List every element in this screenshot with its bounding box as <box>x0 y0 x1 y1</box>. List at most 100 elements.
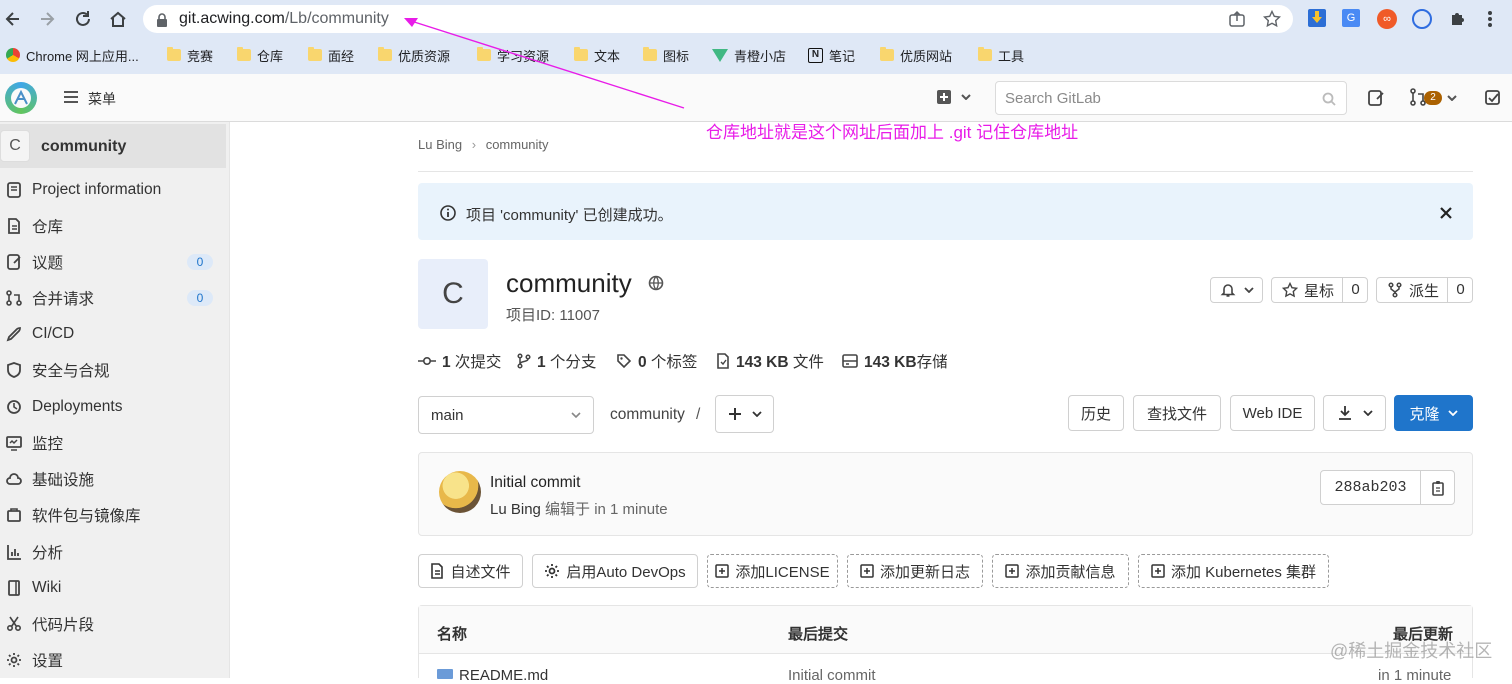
project-sidebar: C community Project information 仓库 议题 0 … <box>0 122 230 678</box>
sidebar-item-label: 设置 <box>32 653 64 670</box>
bookmark-folder[interactable]: 面经 <box>308 45 354 65</box>
bookmark-item[interactable]: 青橙小店 <box>712 45 786 65</box>
forward-arrow-icon[interactable] <box>38 10 56 28</box>
sidebar-item-analytics[interactable]: 分析 <box>0 535 228 569</box>
todo-icon[interactable] <box>1484 89 1502 107</box>
fork-button[interactable]: 派生 0 <box>1376 277 1473 303</box>
bookmark-folder[interactable]: 工具 <box>978 45 1024 65</box>
commit-sha[interactable]: 288ab203 <box>1321 471 1421 504</box>
history-button[interactable]: 历史 <box>1068 395 1124 431</box>
star-count[interactable]: 0 <box>1342 278 1368 302</box>
menu-label[interactable]: 菜单 <box>88 89 116 109</box>
address-bar[interactable]: git.acwing.com/Lb/community <box>143 5 1293 33</box>
search-input[interactable]: Search GitLab <box>995 81 1347 115</box>
add-license-button[interactable]: 添加LICENSE <box>707 554 838 588</box>
avatar[interactable] <box>439 471 481 513</box>
stat-tags[interactable]: 0 个标签 <box>616 350 697 372</box>
new-item-plus-icon[interactable] <box>937 90 951 104</box>
bookmark-folder[interactable]: 竞赛 <box>167 45 213 65</box>
sidebar-item-wiki[interactable]: Wiki <box>0 571 228 605</box>
stat-label: 个分支 <box>545 354 597 371</box>
copy-icon[interactable] <box>1430 480 1446 496</box>
close-icon[interactable] <box>1440 207 1452 219</box>
table-row[interactable]: README.md Initial commit in 1 minute <box>419 655 1472 684</box>
translate-icon[interactable]: G <box>1342 9 1360 27</box>
chevron-down-icon[interactable] <box>961 94 971 100</box>
download-button[interactable] <box>1323 395 1386 431</box>
clone-button[interactable]: 克隆 <box>1394 395 1473 431</box>
puzzle-icon[interactable] <box>1448 9 1468 29</box>
count-badge: 0 <box>187 290 213 306</box>
commit-author[interactable]: Lu Bing <box>490 501 541 518</box>
stat-label: 次提交 <box>450 354 502 371</box>
chevron-down-icon[interactable] <box>1447 95 1457 101</box>
bookmark-item[interactable]: N 笔记 <box>808 45 855 65</box>
reload-icon[interactable] <box>73 9 93 29</box>
folder-icon <box>978 47 992 61</box>
stat-branches[interactable]: 1 个分支 <box>517 350 596 372</box>
hamburger-icon[interactable] <box>63 90 79 104</box>
sidebar-item-deployments[interactable]: Deployments <box>0 390 228 424</box>
plus-square-icon <box>1151 564 1165 578</box>
add-to-tree-button[interactable] <box>715 395 774 433</box>
add-changelog-button[interactable]: 添加更新日志 <box>847 554 983 588</box>
more-vert-icon[interactable] <box>1487 10 1493 28</box>
breadcrumb-owner[interactable]: Lu Bing <box>418 137 462 152</box>
extension-download-icon[interactable] <box>1308 9 1326 27</box>
find-file-button[interactable]: 查找文件 <box>1133 395 1221 431</box>
branch-select[interactable]: main <box>418 396 594 434</box>
breadcrumb-project[interactable]: community <box>486 137 549 152</box>
lock-icon <box>157 13 167 27</box>
file-last-commit[interactable]: Initial commit <box>788 667 876 684</box>
bookmark-label: 工具 <box>998 48 1025 64</box>
sidebar-item-packages[interactable]: 软件包与镜像库 <box>0 498 228 532</box>
back-arrow-icon[interactable] <box>4 10 22 28</box>
share-icon[interactable] <box>1228 10 1246 28</box>
notification-button[interactable] <box>1210 277 1263 303</box>
sidebar-item-cicd[interactable]: CI/CD <box>0 317 228 351</box>
count-badge: 0 <box>187 254 213 270</box>
repo-path[interactable]: community <box>610 406 685 424</box>
sidebar-item-settings[interactable]: 设置 <box>0 643 228 677</box>
sidebar-item-project-information[interactable]: Project information <box>0 173 228 207</box>
add-kubernetes-button[interactable]: 添加 Kubernetes 集群 <box>1138 554 1329 588</box>
folder-icon <box>308 47 322 61</box>
bookmark-folder[interactable]: 仓库 <box>237 45 283 65</box>
sidebar-item-security[interactable]: 安全与合规 <box>0 353 228 387</box>
stat-value: 143 KB <box>736 354 789 371</box>
button-label: 添加LICENSE <box>735 563 830 581</box>
add-contributing-button[interactable]: 添加贡献信息 <box>992 554 1129 588</box>
sidebar-item-label: 代码片段 <box>32 617 95 634</box>
bookmark-item[interactable]: Chrome 网上应用... <box>6 45 139 65</box>
mr-count-badge: 2 <box>1424 91 1442 105</box>
bookmark-star-icon[interactable] <box>1263 10 1281 28</box>
commit-title[interactable]: Initial commit <box>490 474 580 492</box>
plus-square-icon <box>715 564 730 578</box>
extension-infinity-icon[interactable]: ∞ <box>1377 9 1397 29</box>
sidebar-project-header[interactable]: C community <box>0 124 226 168</box>
sidebar-item-monitor[interactable]: 监控 <box>0 426 228 460</box>
readme-button[interactable]: 自述文件 <box>418 554 523 588</box>
fork-icon <box>1388 282 1402 298</box>
sidebar-item-issues[interactable]: 议题 0 <box>0 245 228 279</box>
sidebar-item-repository[interactable]: 仓库 <box>0 209 228 243</box>
acwing-logo[interactable] <box>5 82 37 114</box>
stat-commits[interactable]: 1 次提交 <box>418 350 501 372</box>
file-name[interactable]: README.md <box>459 667 548 684</box>
bookmark-folder[interactable]: 优质网站 <box>880 45 952 65</box>
web-ide-button[interactable]: Web IDE <box>1230 395 1315 431</box>
deployments-icon <box>7 400 21 414</box>
star-button[interactable]: 星标 0 <box>1271 277 1368 303</box>
sidebar-item-snippets[interactable]: 代码片段 <box>0 607 228 641</box>
sidebar-item-merge-requests[interactable]: 合并请求 0 <box>0 281 228 315</box>
stat-files[interactable]: 143 KB 文件 <box>716 350 824 372</box>
issues-icon[interactable] <box>1367 89 1385 107</box>
snippet-icon <box>6 616 22 632</box>
package-icon <box>7 508 21 522</box>
sidebar-item-infrastructure[interactable]: 基础设施 <box>0 462 228 496</box>
auto-devops-button[interactable]: 启用Auto DevOps <box>532 554 698 588</box>
fork-count[interactable]: 0 <box>1447 278 1473 302</box>
browser-chrome: git.acwing.com/Lb/community G ∞ Chrome 网… <box>0 0 1512 74</box>
extension-compass-icon[interactable] <box>1412 9 1432 29</box>
home-icon[interactable] <box>108 9 128 29</box>
